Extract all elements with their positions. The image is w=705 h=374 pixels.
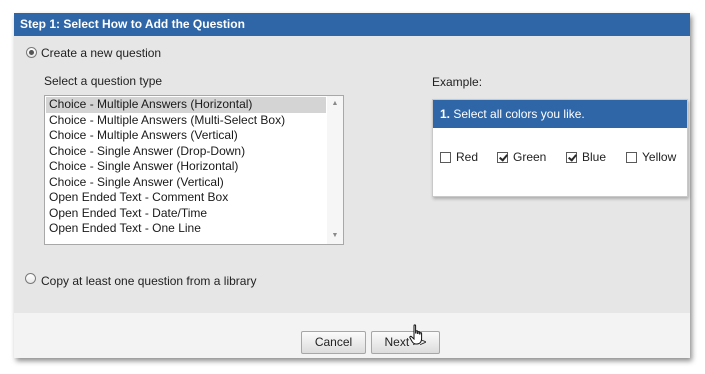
- listbox-scrollbar[interactable]: ▲ ▼: [327, 96, 343, 244]
- list-item[interactable]: Open Ended Text - Date/Time: [46, 206, 326, 222]
- question-type-label: Select a question type: [44, 74, 163, 88]
- example-label: Example:: [432, 75, 483, 89]
- scroll-down-arrow-icon[interactable]: ▼: [327, 228, 343, 244]
- list-item[interactable]: Choice - Multiple Answers (Multi-Select …: [46, 113, 326, 129]
- example-preview: 1. Select all colors you like. Red Green…: [432, 99, 688, 197]
- wizard-panel: Step 1: Select How to Add the Question C…: [14, 13, 690, 358]
- list-item[interactable]: Choice - Single Answer (Drop-Down): [46, 144, 326, 160]
- cancel-button[interactable]: Cancel: [301, 331, 366, 354]
- copy-from-library-radio[interactable]: [25, 273, 36, 284]
- hand-pointer-icon: [409, 324, 423, 345]
- checkbox-unchecked-icon: [626, 152, 637, 163]
- question-type-listbox[interactable]: Choice - Multiple Answers (Horizontal) C…: [44, 95, 344, 245]
- option-label: Blue: [582, 150, 607, 164]
- list-item[interactable]: Choice - Multiple Answers (Vertical): [46, 128, 326, 144]
- example-question-number: 1.: [440, 107, 451, 121]
- step-header: Step 1: Select How to Add the Question: [14, 13, 690, 36]
- list-item[interactable]: Choice - Multiple Answers (Horizontal): [46, 97, 326, 113]
- create-new-question-label[interactable]: Create a new question: [41, 46, 161, 60]
- list-item[interactable]: Choice - Single Answer (Vertical): [46, 175, 326, 191]
- option-label: Red: [456, 150, 479, 164]
- wizard-footer: Cancel Next >>: [14, 313, 690, 358]
- example-option-blue: Blue: [566, 150, 606, 164]
- example-option-yellow: Yellow: [626, 150, 676, 164]
- list-item[interactable]: Open Ended Text - One Line: [46, 221, 326, 237]
- list-item[interactable]: Open Ended Text - Comment Box: [46, 190, 326, 206]
- option-label: Green: [513, 150, 547, 164]
- example-option-green: Green: [497, 150, 546, 164]
- scroll-up-arrow-icon[interactable]: ▲: [327, 96, 343, 112]
- copy-from-library-label[interactable]: Copy at least one question from a librar…: [41, 274, 256, 288]
- checkbox-unchecked-icon: [440, 152, 451, 163]
- example-option-red: Red: [440, 150, 478, 164]
- example-question-text: Select all colors you like.: [453, 107, 585, 121]
- option-label: Yellow: [642, 150, 677, 164]
- checkbox-checked-icon: [497, 152, 508, 163]
- create-new-question-radio[interactable]: [26, 47, 37, 58]
- list-item[interactable]: Choice - Single Answer (Horizontal): [46, 159, 326, 175]
- checkbox-checked-icon: [566, 152, 577, 163]
- next-button[interactable]: Next >>: [371, 331, 440, 354]
- example-question-header: 1. Select all colors you like.: [433, 100, 687, 128]
